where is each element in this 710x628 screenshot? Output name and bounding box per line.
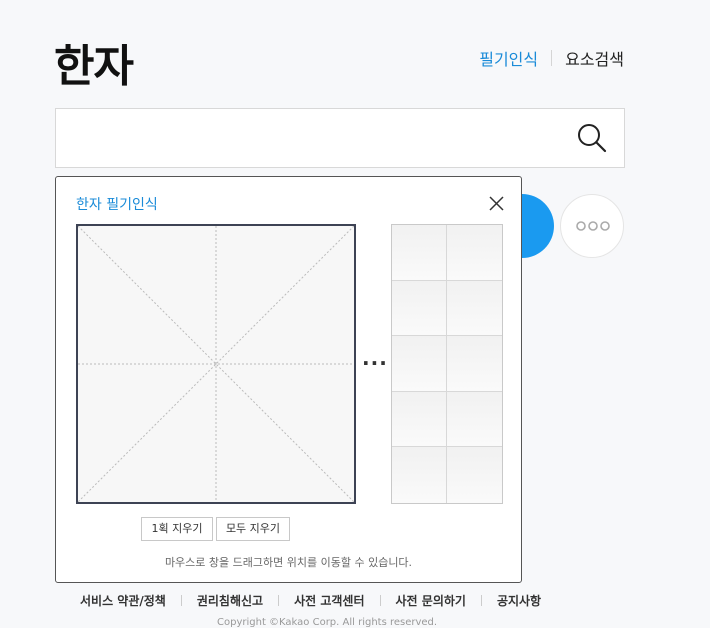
close-button[interactable] (488, 195, 505, 212)
page-title: 한자 (54, 41, 134, 92)
top-nav: 필기인식 요소검색 (479, 46, 624, 70)
footer-links: 서비스 약관/정책 권리침해신고 사전 고객센터 사전 문의하기 공지사항 (80, 592, 541, 609)
canvas-guide-lines (78, 226, 354, 502)
footer-divider (180, 595, 182, 606)
candidate-cell[interactable] (447, 391, 502, 448)
clear-all-button[interactable]: 모두 지우기 (216, 517, 290, 541)
nav-divider (551, 50, 553, 66)
handwriting-link[interactable]: 필기인식 (479, 46, 538, 70)
candidate-cell[interactable] (447, 336, 502, 392)
close-icon (489, 196, 504, 211)
more-candidates-button[interactable]: ··· (362, 351, 388, 375)
footer-divider (278, 595, 280, 606)
candidate-cell[interactable] (392, 225, 447, 281)
drag-hint: 마우스로 창을 드래그하면 위치를 이동할 수 있습니다. (164, 556, 413, 569)
popup-title: 한자 필기인식 (76, 197, 158, 213)
footer-link-terms[interactable]: 서비스 약관/정책 (80, 592, 166, 609)
candidate-grid (391, 224, 503, 504)
handwriting-canvas[interactable] (76, 224, 356, 504)
candidate-cell[interactable] (392, 391, 447, 448)
footer-link-support[interactable]: 사전 고객센터 (294, 592, 364, 609)
footer-link-notice[interactable]: 공지사항 (497, 592, 541, 609)
footer-link-report[interactable]: 권리침해신고 (197, 592, 263, 609)
more-button[interactable] (560, 194, 624, 258)
candidate-cell[interactable] (447, 225, 502, 281)
candidate-cell[interactable] (392, 336, 447, 392)
search-box (55, 108, 625, 168)
radical-search-link[interactable]: 요소검색 (565, 46, 624, 70)
candidate-cell[interactable] (447, 280, 502, 337)
footer-divider (480, 595, 482, 606)
more-dots-icon (576, 221, 610, 231)
search-icon (578, 124, 607, 153)
footer-divider (379, 595, 381, 606)
candidate-cell[interactable] (392, 447, 447, 503)
search-input[interactable] (68, 119, 562, 159)
footer-link-inquiry[interactable]: 사전 문의하기 (396, 592, 466, 609)
handwriting-popup[interactable]: 한자 필기인식 ··· 1획 지우기 모두 지우기 마우스로 창을 드래그하면 … (55, 176, 522, 583)
search-button[interactable] (576, 122, 608, 154)
copyright: Copyright ©Kakao Corp. All rights reserv… (217, 617, 438, 628)
undo-stroke-button[interactable]: 1획 지우기 (141, 517, 213, 541)
candidate-cell[interactable] (392, 280, 447, 337)
candidate-cell[interactable] (447, 447, 502, 503)
